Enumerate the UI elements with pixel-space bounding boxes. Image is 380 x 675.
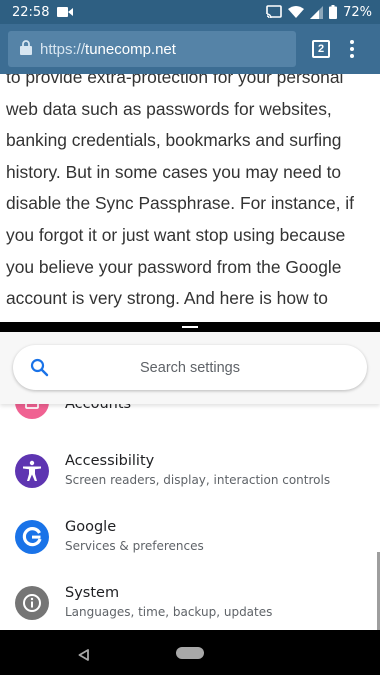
settings-item-title: System <box>65 585 120 601</box>
settings-item-title: Google <box>65 519 117 535</box>
home-pill-button[interactable] <box>176 647 204 659</box>
back-icon[interactable] <box>78 646 90 665</box>
address-bar[interactable]: https://tunecomp.net <box>8 31 296 67</box>
search-settings-bar[interactable]: Search settings <box>13 345 367 390</box>
url-scheme: https:// <box>40 40 86 58</box>
cast-icon <box>266 5 282 19</box>
settings-item-google[interactable]: Google Services & preferences <box>0 504 380 570</box>
settings-pane: Search settings Accounts Accessibility S… <box>0 332 380 630</box>
article-content: to provide extra-protection for your per… <box>0 74 380 322</box>
battery-icon <box>329 5 338 19</box>
video-icon <box>57 6 74 18</box>
settings-item-subtitle: Languages, time, backup, updates <box>65 605 273 619</box>
url-text: https://tunecomp.net <box>40 41 176 58</box>
split-screen-divider[interactable] <box>0 322 380 332</box>
settings-item-system[interactable]: System Languages, time, backup, updates <box>0 570 380 630</box>
info-icon <box>15 586 49 620</box>
tab-switcher-button[interactable]: 2 <box>312 40 330 58</box>
divider-handle[interactable] <box>182 326 198 328</box>
url-host: tunecomp.net <box>85 40 176 58</box>
search-placeholder: Search settings <box>140 359 240 376</box>
settings-item-accessibility[interactable]: Accessibility Screen readers, display, i… <box>0 438 380 504</box>
more-vert-icon[interactable] <box>350 40 354 58</box>
settings-item-title: Accessibility <box>65 453 155 469</box>
navigation-bar <box>0 630 380 675</box>
browser-toolbar: https://tunecomp.net 2 <box>0 24 380 74</box>
wifi-icon <box>288 5 305 19</box>
google-icon <box>15 520 49 554</box>
search-icon <box>30 358 49 381</box>
article-text: to provide extra-protection for your per… <box>6 74 354 309</box>
accessibility-icon <box>15 454 49 488</box>
signal-icon <box>310 5 324 19</box>
search-header: Search settings <box>0 332 380 404</box>
screen: 22:58 72% https://tunecomp.net 2 to prov… <box>0 0 380 675</box>
settings-item-subtitle: Services & preferences <box>65 539 204 553</box>
lock-icon <box>20 39 32 59</box>
settings-item-subtitle: Screen readers, display, interaction con… <box>65 473 331 487</box>
status-bar: 22:58 72% <box>0 0 380 24</box>
status-time: 22:58 <box>12 4 50 20</box>
battery-percent: 72% <box>343 4 372 20</box>
